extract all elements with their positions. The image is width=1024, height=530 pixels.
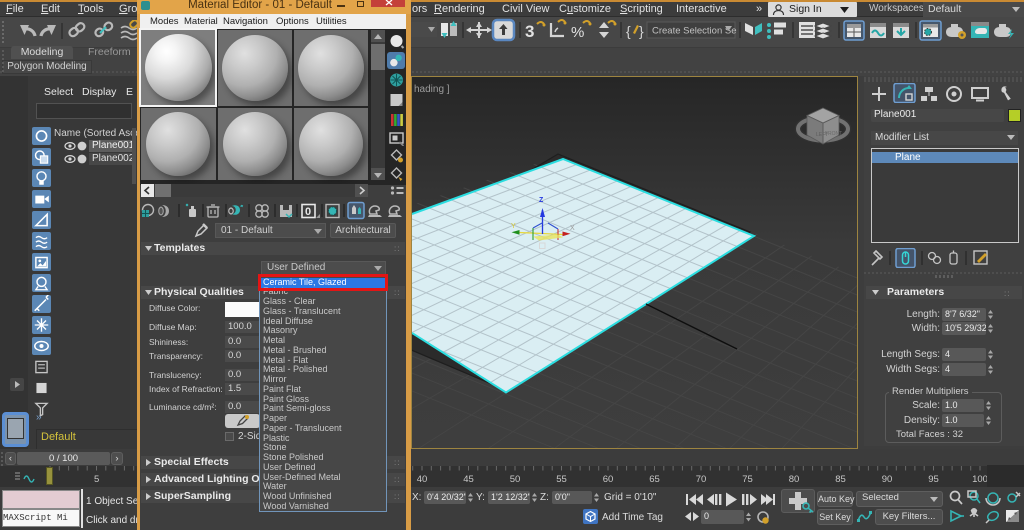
svg-text:FRONT: FRONT [825, 131, 842, 137]
svg-text:%: % [571, 24, 584, 41]
svg-text:X: X [570, 225, 575, 232]
svg-text:5: 5 [94, 474, 99, 485]
svg-text:60: 60 [603, 474, 614, 485]
svg-text:100: 100 [972, 474, 987, 485]
svg-text:90: 90 [882, 474, 893, 485]
svg-text:Create Selection Se: Create Selection Se [652, 26, 737, 37]
svg-text:50: 50 [510, 474, 521, 485]
svg-text:Y: Y [511, 223, 516, 230]
svg-text:hading ]: hading ] [414, 84, 450, 95]
svg-text:45: 45 [463, 474, 474, 485]
svg-text:75: 75 [742, 474, 753, 485]
svg-text:85: 85 [835, 474, 846, 485]
svg-text:80: 80 [789, 474, 800, 485]
svg-text:0: 0 [305, 206, 311, 218]
svg-text:3: 3 [525, 22, 534, 41]
svg-text:55: 55 [556, 474, 567, 485]
svg-text:40: 40 [417, 474, 428, 485]
svg-text:{: { [626, 23, 631, 39]
svg-text:}: } [639, 23, 644, 39]
svg-text:65: 65 [649, 474, 660, 485]
svg-text:Z: Z [539, 197, 544, 204]
svg-text:70: 70 [696, 474, 707, 485]
svg-text:95: 95 [928, 474, 939, 485]
